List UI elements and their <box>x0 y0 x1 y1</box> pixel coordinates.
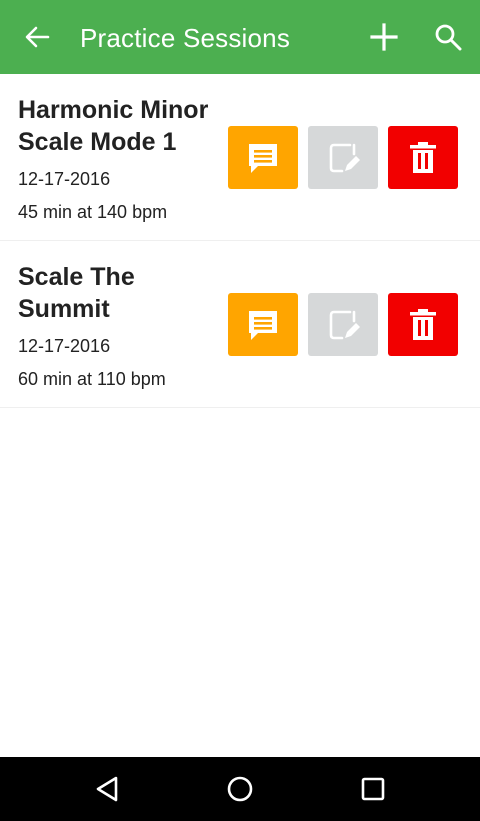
session-date: 12-17-2016 <box>18 336 111 356</box>
nav-back-button[interactable] <box>89 771 125 807</box>
add-session-button[interactable] <box>367 20 401 54</box>
square-recents-icon <box>361 777 385 801</box>
system-nav-bar <box>0 757 480 821</box>
trash-icon <box>410 141 436 173</box>
edit-icon <box>329 310 360 339</box>
plus-icon <box>370 23 398 51</box>
session-name: Harmonic Minor Scale Mode 1 <box>18 96 209 156</box>
comment-icon <box>249 143 277 173</box>
delete-button[interactable] <box>388 126 458 189</box>
page-title: Practice Sessions <box>80 23 291 53</box>
session-row[interactable]: Harmonic Minor Scale Mode 1 12-17-2016 4… <box>0 74 480 241</box>
session-list: Harmonic Minor Scale Mode 1 12-17-2016 4… <box>0 74 480 408</box>
arrow-left-icon <box>25 26 50 48</box>
session-row[interactable]: Scale The Summit 12-17-2016 60 min at 11… <box>0 241 480 408</box>
trash-icon <box>410 308 436 340</box>
screen: Practice Sessions Harmonic Minor Scale M… <box>0 0 480 821</box>
circle-home-icon <box>227 776 253 802</box>
app-bar: Practice Sessions <box>0 0 480 74</box>
notes-button[interactable] <box>228 126 298 189</box>
nav-home-button[interactable] <box>222 771 258 807</box>
edit-button[interactable] <box>308 126 378 189</box>
search-button[interactable] <box>431 20 465 54</box>
nav-recents-button[interactable] <box>355 771 391 807</box>
triangle-back-icon <box>96 776 118 802</box>
session-stats: 45 min at 140 bpm <box>18 202 168 222</box>
session-stats: 60 min at 110 bpm <box>18 369 166 389</box>
session-date: 12-17-2016 <box>18 169 111 189</box>
edit-button[interactable] <box>308 293 378 356</box>
session-name: Scale The Summit <box>18 263 135 323</box>
notes-button[interactable] <box>228 293 298 356</box>
delete-button[interactable] <box>388 293 458 356</box>
edit-icon <box>329 143 360 172</box>
search-icon <box>435 24 462 51</box>
back-button[interactable] <box>22 22 52 52</box>
comment-icon <box>249 310 277 340</box>
